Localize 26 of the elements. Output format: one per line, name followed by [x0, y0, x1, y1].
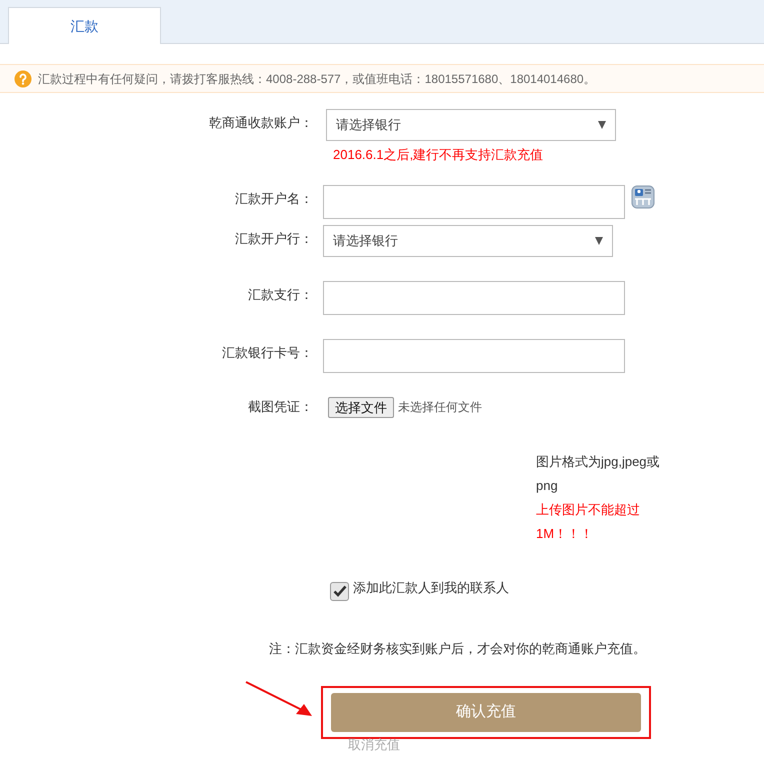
input-field[interactable] — [323, 280, 625, 314]
field-label: 汇款银行卡号： — [222, 344, 313, 360]
choose-file-button[interactable]: 选择文件 — [328, 396, 394, 418]
contact-card-icon[interactable] — [631, 184, 655, 208]
warning-text: 2016.6.1之后,建行不再支持汇款充值 — [333, 146, 544, 164]
field-label: 汇款开户行： — [235, 230, 313, 246]
bank-select[interactable]: 请选择银行 — [326, 109, 616, 141]
note-text: 注：汇款资金经财务核实到账户后，才会对你的乾商通账户充值。 — [269, 640, 646, 658]
field-label: 汇款支行： — [248, 286, 313, 302]
bank-select[interactable]: 请选择银行 — [323, 224, 613, 256]
checkbox-label: 添加此汇款人到我的联系人 — [353, 579, 509, 598]
question-icon — [14, 70, 32, 88]
dropdown-arrow-icon — [595, 236, 603, 244]
field-label: 汇款开户名： — [235, 190, 313, 206]
dropdown-arrow-icon — [598, 121, 606, 129]
checkbox[interactable] — [330, 582, 349, 600]
file-status-text: 未选择任何文件 — [398, 399, 482, 416]
notice-text: 汇款过程中有任何疑问，请拨打客服热线：4008-288-577，或值班电话：18015571680、18014014680。 — [38, 70, 596, 88]
input-field[interactable] — [323, 338, 625, 372]
field-label: 乾商通收款账户： — [209, 115, 313, 130]
size-limit-text: 上传图片不能超过1M！！！ — [536, 502, 640, 540]
input-field[interactable] — [323, 184, 625, 218]
tab[interactable]: 汇款 — [8, 7, 161, 44]
arrow-icon — [244, 680, 314, 718]
field-label: 截图凭证： — [248, 399, 313, 414]
format-hint-text: 图片格式为jpg,jpeg或png — [536, 454, 660, 492]
